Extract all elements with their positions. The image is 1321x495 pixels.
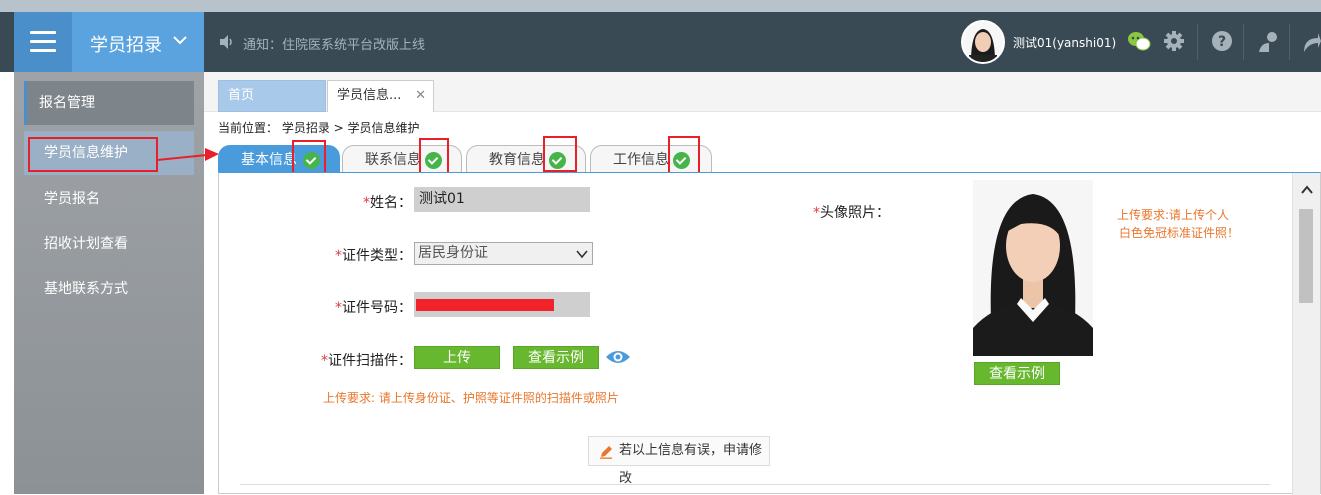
avatar-portrait: [963, 22, 1003, 62]
photo-hint-line-1: 上传要求:请上传个人: [1117, 208, 1230, 222]
profile-photo: [973, 180, 1093, 356]
view-example-button[interactable]: 查看示例: [513, 346, 599, 369]
share-icon[interactable]: [1302, 30, 1321, 54]
sidebar-item-enrollment-plan[interactable]: 招收计划查看: [24, 222, 194, 266]
chevron-down-icon: [576, 250, 588, 259]
sidebar-item-label: 招收计划查看: [44, 236, 128, 252]
chevron-up-icon[interactable]: [1301, 185, 1313, 195]
notice-text[interactable]: 通知：住院医系统平台改版上线: [243, 34, 425, 53]
tab-home[interactable]: 首页: [218, 80, 326, 112]
top-bar: 学员招录 通知：住院医系统平台改版上线 测试01(yanshi01) ?: [0, 0, 1321, 72]
redaction-bar: [416, 299, 554, 311]
tab-label: 学员信息...: [337, 88, 402, 103]
id-type-label: *证件类型：: [335, 248, 412, 264]
chevron-down-icon[interactable]: [172, 32, 188, 48]
name-field[interactable]: 测试01: [414, 187, 590, 212]
photo-label: *头像照片：: [813, 205, 890, 221]
brand-title: 学员招录: [90, 35, 162, 56]
user-pin-icon[interactable]: [1257, 30, 1281, 54]
divider: [1289, 24, 1290, 60]
divider: [1197, 24, 1198, 60]
eye-icon[interactable]: [605, 348, 631, 366]
tab-label: 联系信息: [365, 152, 421, 168]
id-scan-label: *证件扫描件：: [321, 353, 412, 369]
photo-hint-line-2: 白色免冠标准证件照！: [1119, 226, 1240, 240]
name-label: *姓名：: [363, 195, 412, 211]
speaker-icon: [220, 35, 232, 49]
scrollbar-thumb[interactable]: [1299, 209, 1313, 303]
wechat-icon[interactable]: [1127, 30, 1151, 52]
tab-label: 教育信息: [489, 152, 545, 168]
upload-button[interactable]: 上传: [414, 346, 500, 369]
tab-label: 首页: [228, 88, 255, 103]
highlight-box: [292, 140, 326, 176]
sidebar-item-student-registration[interactable]: 学员报名: [24, 177, 194, 221]
divider: [1243, 24, 1244, 60]
breadcrumb: 当前位置： 学员招录 > 学员信息维护: [218, 121, 420, 135]
tab-label: 工作信息: [613, 152, 669, 168]
menu-icon[interactable]: [14, 12, 72, 72]
gear-icon[interactable]: [1163, 30, 1185, 52]
tab-label: 基本信息: [241, 152, 297, 168]
sidebar-item-label: 学员报名: [44, 191, 100, 207]
pencil-icon: [600, 446, 612, 459]
id-number-label: *证件号码：: [335, 300, 412, 316]
sidebar-item-enrollment-management[interactable]: 报名管理: [24, 81, 194, 125]
brand-area[interactable]: 学员招录: [14, 12, 204, 72]
photo-view-example-button[interactable]: 查看示例: [974, 362, 1060, 385]
id-type-select[interactable]: 居民身份证: [414, 242, 593, 265]
divider: [240, 484, 1270, 485]
svg-text:?: ?: [1218, 34, 1226, 50]
request-edit-button[interactable]: 若以上信息有误，申请修改: [588, 436, 770, 486]
id-type-value: 居民身份证: [418, 245, 488, 261]
highlight-box: [543, 136, 577, 172]
top-strip: [0, 0, 1321, 12]
scan-hint: 上传要求: 请上传身份证、护照等证件照的扫描件或照片: [323, 391, 619, 405]
sidebar-item-label: 基地联系方式: [44, 281, 128, 297]
page-tab-bar: 首页 学员信息... ✕: [204, 72, 1321, 112]
portrait-image: [973, 180, 1093, 356]
avatar[interactable]: [961, 20, 1005, 64]
highlight-box: [28, 137, 158, 172]
tab-student-info[interactable]: 学员信息... ✕: [327, 80, 434, 112]
username[interactable]: 测试01(yanshi01): [1013, 34, 1116, 51]
sidebar: 报名管理 学员信息维护 学员报名 招收计划查看 基地联系方式: [14, 72, 204, 494]
sidebar-item-label: 报名管理: [39, 95, 95, 111]
arrow-icon: [157, 148, 219, 161]
scrollbar[interactable]: [1292, 173, 1320, 495]
sidebar-item-base-contact[interactable]: 基地联系方式: [24, 267, 194, 311]
close-icon[interactable]: ✕: [415, 81, 426, 111]
help-icon[interactable]: ?: [1211, 30, 1233, 52]
